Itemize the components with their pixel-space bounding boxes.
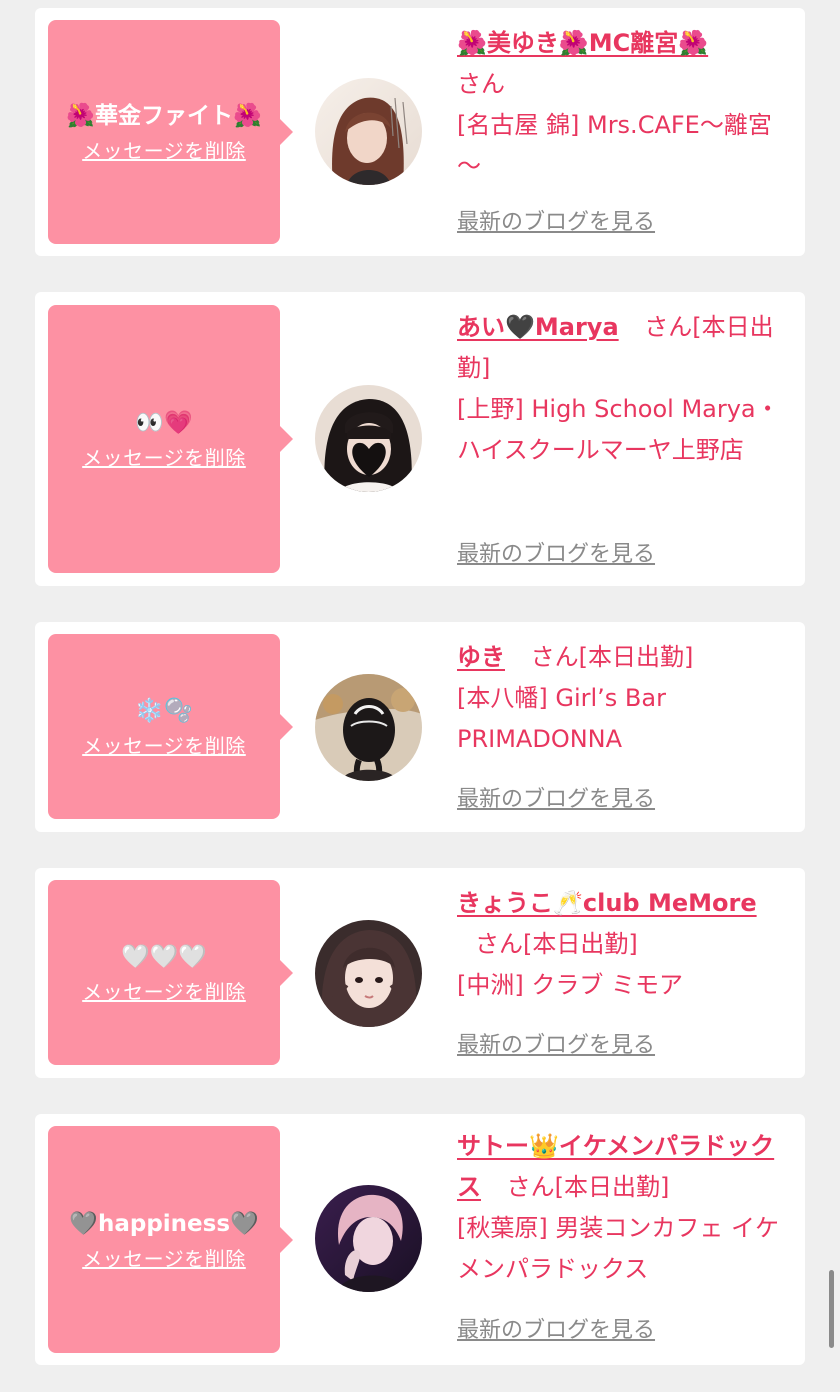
san-suffix: さん bbox=[644, 313, 693, 341]
user-info: 🌺美ゆき🌺MC離宮🌺 さん [名古屋 錦] Mrs.CAFE～離宮～ bbox=[457, 23, 792, 187]
user-name-link[interactable]: あい🖤Marya bbox=[457, 313, 619, 341]
avatar-photo bbox=[315, 1185, 422, 1292]
user-info: きょうこ🥂club MeMore さん[本日出勤] [中洲] クラブ ミモア bbox=[457, 883, 792, 1006]
san-suffix: さん bbox=[530, 643, 579, 671]
shop-info: [名古屋 錦] Mrs.CAFE～離宮～ bbox=[457, 111, 772, 180]
avatar[interactable] bbox=[315, 1185, 422, 1292]
work-status: [本日出勤] bbox=[578, 643, 694, 671]
user-info: サトー👑イケメンパラドックス さん[本日出勤] [秋葉原] 男装コンカフェ イケ… bbox=[457, 1126, 792, 1290]
message-text: 👀💗 bbox=[135, 410, 193, 436]
message-text: 🩶happiness🩶 bbox=[69, 1210, 259, 1237]
avatar-photo bbox=[315, 385, 422, 492]
latest-blog-link[interactable]: 最新のブログを見る bbox=[457, 785, 655, 815]
user-name-link[interactable]: ゆき bbox=[457, 643, 505, 671]
user-info: あい🖤Marya さん[本日出勤] [上野] High School Marya… bbox=[457, 307, 792, 471]
avatar[interactable] bbox=[315, 920, 422, 1027]
scrollbar-thumb[interactable] bbox=[829, 1270, 834, 1348]
delete-message-link[interactable]: メッセージを削除 bbox=[82, 136, 246, 166]
avatar-photo bbox=[315, 920, 422, 1027]
avatar[interactable] bbox=[315, 78, 422, 185]
shop-info: [上野] High School Marya・ハイスクールマーヤ上野店 bbox=[457, 395, 780, 464]
message-card: 🌺華金ファイト🌺 メッセージを削除 🌺美ゆき🌺MC離宮🌺 さん [名古屋 錦] … bbox=[35, 8, 805, 256]
shop-info: [中洲] クラブ ミモア bbox=[457, 971, 683, 999]
avatar[interactable] bbox=[315, 674, 422, 781]
message-bubble: 🩶happiness🩶 メッセージを削除 bbox=[48, 1126, 293, 1353]
delete-message-link[interactable]: メッセージを削除 bbox=[82, 1244, 246, 1274]
message-text: 🌺華金ファイト🌺 bbox=[66, 103, 262, 129]
work-status: [本日出勤] bbox=[523, 930, 638, 958]
user-info: ゆき さん[本日出勤] [本八幡] Girl’s Bar PRIMADONNA bbox=[457, 637, 792, 760]
latest-blog-link[interactable]: 最新のブログを見る bbox=[457, 208, 655, 238]
message-bubble: 🤍🤍🤍 メッセージを削除 bbox=[48, 880, 293, 1065]
delete-message-link[interactable]: メッセージを削除 bbox=[82, 731, 246, 761]
avatar[interactable] bbox=[315, 385, 422, 492]
user-name-link[interactable]: 🌺美ゆき🌺MC離宮🌺 bbox=[457, 29, 708, 57]
user-name-link[interactable]: きょうこ🥂club MeMore bbox=[457, 889, 757, 917]
latest-blog-link[interactable]: 最新のブログを見る bbox=[457, 540, 655, 570]
avatar-photo bbox=[315, 78, 422, 185]
message-card: 👀💗 メッセージを削除 あい🖤Marya さん[本日出勤] [上野] High … bbox=[35, 292, 805, 586]
san-suffix: さん bbox=[475, 930, 523, 958]
message-card: ❄️🫧 メッセージを削除 ゆき さん[本日出勤] [本八幡] Girl’s Ba… bbox=[35, 622, 805, 832]
delete-message-link[interactable]: メッセージを削除 bbox=[82, 443, 246, 473]
delete-message-link[interactable]: メッセージを削除 bbox=[82, 977, 246, 1007]
message-text: ❄️🫧 bbox=[135, 697, 193, 724]
san-suffix: さん bbox=[457, 70, 505, 98]
latest-blog-link[interactable]: 最新のブログを見る bbox=[457, 1031, 655, 1061]
message-card: 🩶happiness🩶 メッセージを削除 サトー👑イケメンパラドックス さん[本… bbox=[35, 1114, 805, 1365]
message-text: 🤍🤍🤍 bbox=[121, 943, 207, 970]
message-bubble: ❄️🫧 メッセージを削除 bbox=[48, 634, 293, 819]
message-bubble: 👀💗 メッセージを削除 bbox=[48, 305, 293, 573]
san-suffix: さん bbox=[506, 1173, 555, 1201]
work-status: [本日出勤] bbox=[554, 1173, 670, 1201]
latest-blog-link[interactable]: 最新のブログを見る bbox=[457, 1316, 655, 1346]
avatar-photo bbox=[315, 674, 422, 781]
shop-info: [秋葉原] 男装コンカフェ イケメンパラドックス bbox=[457, 1214, 779, 1283]
message-card: 🤍🤍🤍 メッセージを削除 きょうこ🥂club MeMore さん[本日出勤] [… bbox=[35, 868, 805, 1078]
shop-info: [本八幡] Girl’s Bar PRIMADONNA bbox=[457, 684, 666, 753]
message-bubble: 🌺華金ファイト🌺 メッセージを削除 bbox=[48, 20, 293, 244]
